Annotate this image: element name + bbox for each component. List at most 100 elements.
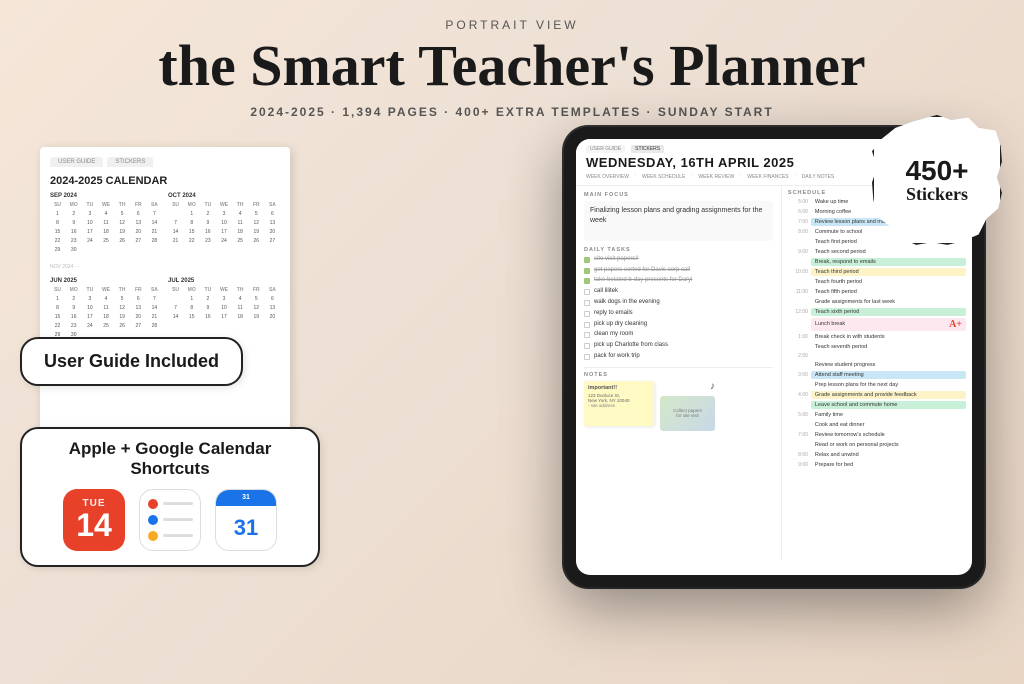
sched-item-24: 7:00 Review tomorrow's schedule bbox=[788, 431, 966, 439]
task-check-2[interactable] bbox=[584, 268, 590, 274]
sched-item-27: 9:00 Prepare for bed bbox=[788, 461, 966, 469]
google-cal-top: 31 bbox=[216, 490, 276, 506]
task-check-6[interactable] bbox=[584, 311, 590, 317]
notes-image-placeholder: Collect papersfor site visit bbox=[660, 396, 715, 431]
apple-calendar-icon: TUE 14 bbox=[63, 489, 125, 551]
sticker-badge: 450+ Stickers bbox=[872, 115, 1002, 245]
reminder-line-2 bbox=[148, 515, 193, 525]
daily-tasks-section: DAILY TASKS site visit papers!! get pape… bbox=[584, 247, 773, 361]
notes-section: NOTES important!! 123 Dunluce St,New Yor… bbox=[584, 367, 773, 431]
task-check-3[interactable] bbox=[584, 278, 590, 284]
planner-date: WEDNESDAY, 16TH APRIL 2025 bbox=[586, 155, 794, 170]
nav-daily-notes[interactable]: DAILY NOTES bbox=[802, 173, 835, 181]
jun-grid: SU MO TU WE TH FR SA 1 2 3 4 5 6 bbox=[50, 286, 162, 339]
planner-tab-stickers[interactable]: STICKERS bbox=[631, 145, 664, 153]
sched-item-15: Teach seventh period bbox=[788, 343, 966, 351]
sched-item-17: Review student progress bbox=[788, 361, 966, 369]
task-text-8: clean my room bbox=[594, 331, 633, 339]
reminder-dot-blue bbox=[148, 515, 158, 525]
nav-week-overview[interactable]: WEEK OVERVIEW bbox=[586, 173, 629, 181]
oct-grid: SU MO TU WE TH FR SA 1 2 3 4 5 bbox=[168, 201, 280, 245]
task-3: take belated b-day presents for Daryl bbox=[584, 277, 773, 285]
planner-tab-userguide[interactable]: USER GUIDE bbox=[586, 145, 625, 153]
paper-calendar-title: 2024-2025 CALENDAR bbox=[50, 175, 280, 187]
sched-item-11: Grade assignments for last week bbox=[788, 298, 966, 306]
month-sep: SEP 2024 SU MO TU WE TH FR SA 1 2 3 bbox=[50, 193, 162, 254]
reminders-icon bbox=[139, 489, 201, 551]
content-area: USER GUIDE STICKERS 2024-2025 CALENDAR S… bbox=[0, 137, 1024, 607]
task-6: reply to emails bbox=[584, 310, 773, 318]
task-5: walk dogs in the evening bbox=[584, 299, 773, 307]
planner-tabs-row: USER GUIDE STICKERS WEDNESDAY, 16TH APRI… bbox=[586, 145, 794, 170]
main-focus-box: Finalizing lesson plans and grading assi… bbox=[584, 201, 773, 241]
task-check-4[interactable] bbox=[584, 289, 590, 295]
task-text-9: pick up Charlotte from class bbox=[594, 342, 668, 350]
sticker-word: Stickers bbox=[906, 185, 968, 203]
sched-item-10: 11:00 Teach fifth period bbox=[788, 288, 966, 296]
notes-address: 123 Dunluce St,New York, NY 10040 bbox=[588, 393, 650, 403]
sched-item-26: 8:00 Relax and unwind bbox=[788, 451, 966, 459]
month-oct: OCT 2024 SU MO TU WE TH FR SA 1 2 bbox=[168, 193, 280, 254]
task-text-4: call lilitek bbox=[594, 288, 618, 296]
sched-item-13: Lunch break A+ bbox=[788, 318, 966, 331]
nav-week-review[interactable]: WEEK REVIEW bbox=[698, 173, 734, 181]
reminder-line-1 bbox=[148, 499, 193, 509]
planner-left-col: MAIN FOCUS Finalizing lesson plans and g… bbox=[576, 186, 782, 560]
planner-tabs: USER GUIDE STICKERS bbox=[586, 145, 794, 153]
sched-item-9: Teach fourth period bbox=[788, 278, 966, 286]
month-jul: JUL 2025 SU MO TU WE TH FR SA 1 2 bbox=[168, 278, 280, 339]
paper-tabs: USER GUIDE STICKERS bbox=[50, 157, 280, 167]
task-text-7: pick up dry cleaning bbox=[594, 321, 647, 329]
reminder-bar-2 bbox=[163, 518, 193, 521]
user-guide-text: User Guide Included bbox=[44, 351, 219, 371]
reminder-bar-3 bbox=[163, 534, 193, 537]
task-check-10[interactable] bbox=[584, 354, 590, 360]
task-check-9[interactable] bbox=[584, 343, 590, 349]
task-text-1: site visit papers!! bbox=[594, 256, 639, 264]
collect-papers-text: Collect papersfor site visit bbox=[673, 408, 702, 418]
sched-item-8: 10:00 Teach third period bbox=[788, 268, 966, 276]
task-check-1[interactable] bbox=[584, 257, 590, 263]
task-text-6: reply to emails bbox=[594, 310, 633, 318]
sched-item-20: 4:00 Grade assignments and provide feedb… bbox=[788, 391, 966, 399]
nav-week-finances[interactable]: WEEK FINANCES bbox=[747, 173, 788, 181]
task-text-10: pack for work trip bbox=[594, 353, 640, 361]
more-months-hint: NOV 2024 ··· bbox=[50, 264, 280, 270]
task-check-7[interactable] bbox=[584, 322, 590, 328]
google-cal-num-container: 31 bbox=[216, 506, 276, 550]
sched-item-16: 2:00 bbox=[788, 353, 966, 359]
main-container: PORTRAIT VIEW the Smart Teacher's Planne… bbox=[0, 0, 1024, 684]
task-7: pick up dry cleaning bbox=[584, 321, 773, 329]
main-focus-text: Finalizing lesson plans and grading assi… bbox=[590, 206, 767, 226]
sched-item-7: Break, respond to emails bbox=[788, 258, 966, 266]
reminder-dot-red bbox=[148, 499, 158, 509]
paper-tab-userguide: USER GUIDE bbox=[50, 157, 103, 167]
calendar-shortcuts-title: Apple + Google Calendar Shortcuts bbox=[40, 439, 300, 479]
sched-item-22: 5:00 Family time bbox=[788, 411, 966, 419]
sched-item-12: 12:00 Teach sixth period bbox=[788, 308, 966, 316]
google-calendar-icon: 31 31 bbox=[215, 489, 277, 551]
sched-item-19: Prep lesson plans for the next day bbox=[788, 381, 966, 389]
nav-week-schedule[interactable]: WEEK SCHEDULE bbox=[642, 173, 685, 181]
calendar-icons-row: TUE 14 bbox=[40, 489, 300, 551]
task-1: site visit papers!! bbox=[584, 256, 773, 264]
notes-label: NOTES bbox=[584, 372, 773, 378]
sticker-num: 450+ bbox=[905, 157, 968, 185]
task-text-3: take belated b-day presents for Daryl bbox=[594, 277, 692, 285]
task-9: pick up Charlotte from class bbox=[584, 342, 773, 350]
sep-grid: SU MO TU WE TH FR SA 1 2 3 4 5 6 bbox=[50, 201, 162, 254]
task-text-5: walk dogs in the evening bbox=[594, 299, 660, 307]
sched-item-18: 3:00 Attend staff meeting bbox=[788, 371, 966, 379]
user-guide-badge: User Guide Included bbox=[20, 337, 243, 386]
notes-content-row: important!! 123 Dunluce St,New York, NY … bbox=[584, 381, 773, 431]
notes-right: ♪ Collect papersfor site visit bbox=[660, 381, 715, 431]
task-4: call lilitek bbox=[584, 288, 773, 296]
task-check-5[interactable] bbox=[584, 300, 590, 306]
jul-grid: SU MO TU WE TH FR SA 1 2 3 4 5 bbox=[168, 286, 280, 321]
sched-item-21: Leave school and commute home bbox=[788, 401, 966, 409]
notes-sticky-1: important!! 123 Dunluce St,New York, NY … bbox=[584, 381, 654, 426]
main-title: the Smart Teacher's Planner bbox=[158, 36, 865, 97]
sched-item-6: 9:00 Teach second period bbox=[788, 248, 966, 256]
month-jun: JUN 2025 SU MO TU WE TH FR SA 1 2 3 bbox=[50, 278, 162, 339]
task-check-8[interactable] bbox=[584, 332, 590, 338]
